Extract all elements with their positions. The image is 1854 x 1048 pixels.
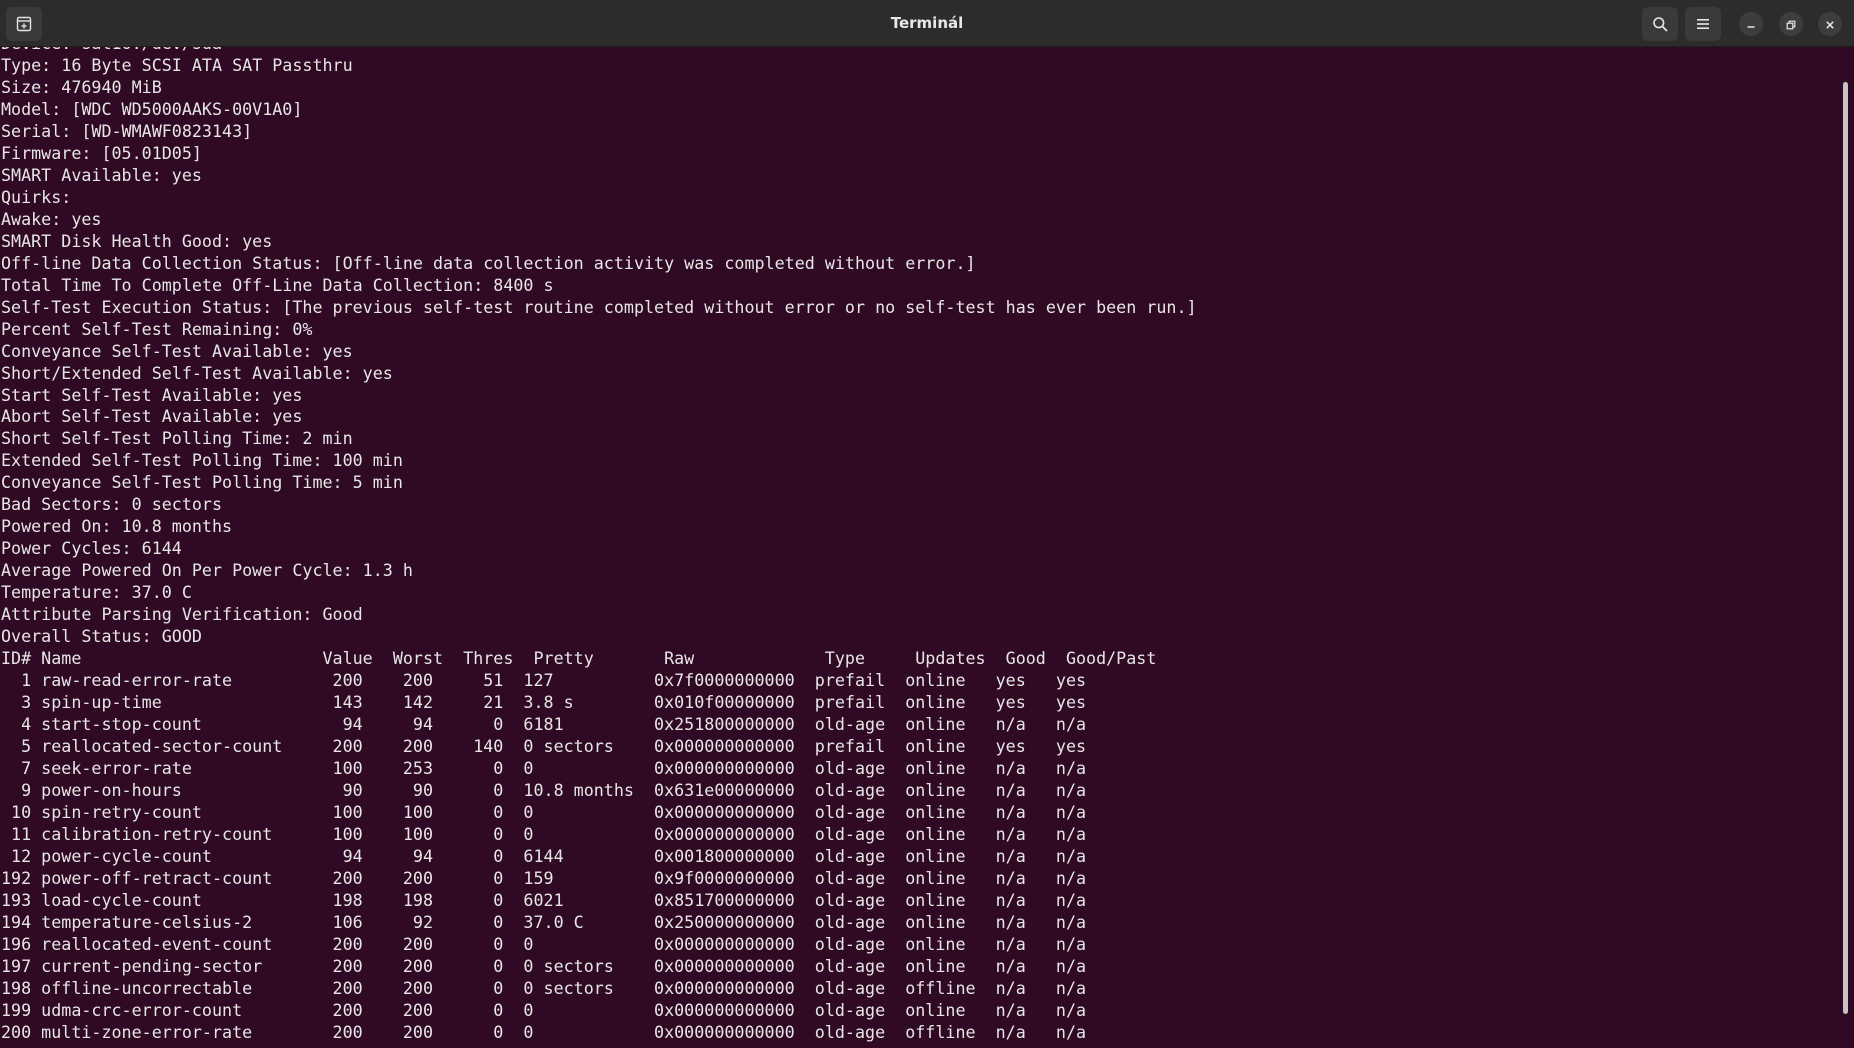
terminal-line: Abort Self-Test Available: yes <box>1 406 303 427</box>
new-tab-button[interactable] <box>6 7 42 41</box>
close-icon <box>1825 15 1835 34</box>
terminal-line: 11 calibration-retry-count 100 100 0 0 0… <box>1 823 1087 844</box>
terminal-line: Off-line Data Collection Status: [Off-li… <box>1 252 976 273</box>
terminal-line: 198 offline-uncorrectable 200 200 0 0 se… <box>1 977 1087 998</box>
search-icon <box>1652 16 1668 32</box>
terminal-line: 4 start-stop-count 94 94 0 6181 0x251800… <box>1 714 1087 735</box>
terminal-line: 1 raw-read-error-rate 200 200 51 127 0x7… <box>1 670 1087 691</box>
terminal-line: Model: [WDC WD5000AAKS-00V1A0] <box>1 98 303 119</box>
terminal-headerbar: Terminál <box>0 0 1854 47</box>
terminal-line: Overall Status: GOOD <box>1 626 202 647</box>
terminal-line: 7 seek-error-rate 100 253 0 0 0x00000000… <box>1 757 1087 778</box>
terminal-line: 197 current-pending-sector 200 200 0 0 s… <box>1 955 1087 976</box>
terminal-line: ID# Name Value Worst Thres Pretty Raw Ty… <box>1 648 1157 669</box>
restore-icon <box>1786 15 1796 34</box>
terminal-line: 3 spin-up-time 143 142 21 3.8 s 0x010f00… <box>1 692 1087 713</box>
terminal-line: Type: 16 Byte SCSI ATA SAT Passthru <box>1 54 353 75</box>
terminal-line: Serial: [WD-WMAWF0823143] <box>1 120 253 141</box>
terminal-line: Start Self-Test Available: yes <box>1 384 303 405</box>
terminal-line: Extended Self-Test Polling Time: 100 min <box>1 450 403 471</box>
terminal-line: 199 udma-crc-error-count 200 200 0 0 0x0… <box>1 999 1087 1020</box>
terminal-line: 9 power-on-hours 90 90 0 10.8 months 0x6… <box>1 779 1087 800</box>
terminal-line: Self-Test Execution Status: [The previou… <box>1 296 1197 317</box>
terminal-line: Power Cycles: 6144 <box>1 538 182 559</box>
terminal-line: 5 reallocated-sector-count 200 200 140 0… <box>1 736 1087 756</box>
terminal-line: 10 spin-retry-count 100 100 0 0 0x000000… <box>1 801 1087 822</box>
terminal-line: 193 load-cycle-count 198 198 0 6021 0x85… <box>1 889 1087 910</box>
terminal-line: SMART Available: yes <box>1 164 202 185</box>
terminal-line: 200 multi-zone-error-rate 200 200 0 0 0x… <box>1 1021 1087 1042</box>
terminal-line: Bad Sectors: 0 sectors <box>1 494 223 515</box>
terminal-line: Firmware: [05.01D05] <box>1 142 202 163</box>
new-tab-icon <box>16 16 32 32</box>
terminal-line: Powered On: 10.8 months <box>1 516 233 537</box>
close-button[interactable] <box>1818 12 1842 36</box>
window-title: Terminál <box>890 14 964 32</box>
terminal-view[interactable]: Device: sat16:/dev/sdaType: 16 Byte SCSI… <box>0 47 1844 1048</box>
terminal-output[interactable]: Device: sat16:/dev/sdaType: 16 Byte SCSI… <box>1 47 1197 1044</box>
terminal-line: Quirks: <box>1 186 72 207</box>
terminal-line: Short/Extended Self-Test Available: yes <box>1 362 393 383</box>
search-button[interactable] <box>1642 7 1678 41</box>
terminal-line: Total Time To Complete Off-Line Data Col… <box>1 274 554 295</box>
terminal-line: 12 power-cycle-count 94 94 0 6144 0x0018… <box>1 845 1087 866</box>
terminal-line: 192 power-off-retract-count 200 200 0 15… <box>1 867 1087 888</box>
terminal-line: 194 temperature-celsius-2 106 92 0 37.0 … <box>1 911 1087 932</box>
terminal-line: Average Powered On Per Power Cycle: 1.3 … <box>1 560 413 581</box>
terminal-line: Conveyance Self-Test Available: yes <box>1 340 353 361</box>
terminal-line: Temperature: 37.0 C <box>1 582 192 603</box>
terminal-line: 196 reallocated-event-count 200 200 0 0 … <box>1 933 1087 954</box>
terminal-line: SMART Disk Health Good: yes <box>1 230 273 251</box>
minimize-button[interactable] <box>1739 12 1763 36</box>
terminal-line: Short Self-Test Polling Time: 2 min <box>1 428 353 449</box>
terminal-line: Device: sat16:/dev/sda <box>1 47 1197 55</box>
terminal-scrollbar[interactable] <box>1843 82 1848 1014</box>
terminal-line: Size: 476940 MiB <box>1 76 162 97</box>
hamburger-menu-icon <box>1696 18 1710 30</box>
main-menu-button[interactable] <box>1685 7 1721 41</box>
terminal-line: Awake: yes <box>1 208 102 229</box>
terminal-line: Percent Self-Test Remaining: 0% <box>1 318 313 339</box>
terminal-line: Conveyance Self-Test Polling Time: 5 min <box>1 472 403 493</box>
restore-button[interactable] <box>1779 12 1803 36</box>
terminal-line: Attribute Parsing Verification: Good <box>1 604 363 625</box>
minimize-icon <box>1746 15 1756 34</box>
